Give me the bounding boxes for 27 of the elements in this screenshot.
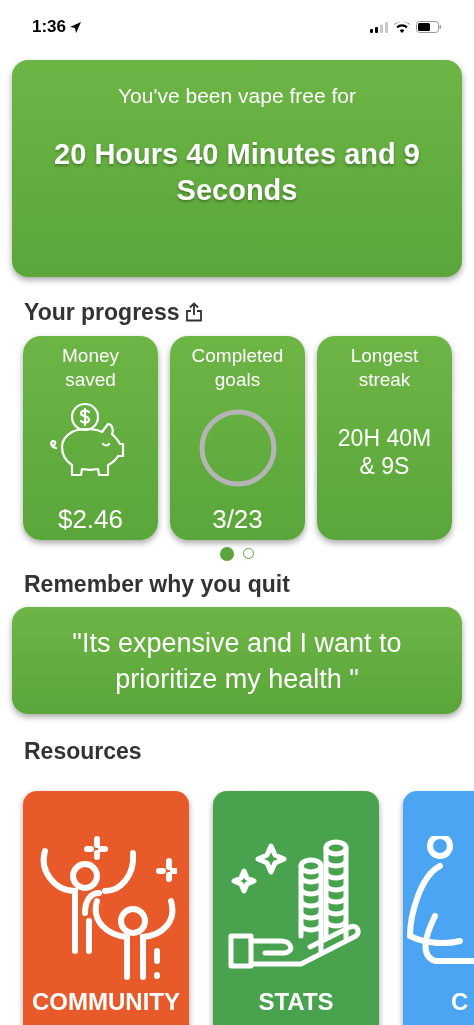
- stat-card[interactable]: Money saved $2.46: [23, 335, 158, 540]
- stat-card[interactable]: Longest streak 20H 40M & 9S: [317, 335, 452, 540]
- signal-icon: [370, 21, 388, 33]
- resource-label: C: [451, 988, 469, 1015]
- card-title: Longest streak: [349, 343, 420, 392]
- wifi-icon: [394, 21, 410, 33]
- resource-card[interactable]: COMMUNITY: [23, 790, 189, 1025]
- card-title: Money saved: [61, 343, 120, 392]
- hero-label: You've been vape free for: [118, 83, 356, 109]
- section-heading: Remember why you quit: [24, 569, 291, 599]
- share-icon[interactable]: [184, 302, 203, 323]
- card-value: $2.46: [57, 503, 124, 534]
- resource-label: COMMUNITY: [32, 988, 180, 1015]
- streak-value: 20H 40M & 9S: [336, 423, 433, 480]
- card-title: Completed goals: [190, 343, 285, 392]
- status-time: 1:36: [32, 16, 67, 39]
- vape-free-duration: 20 Hours 40 Minutes and 9 Seconds: [53, 136, 421, 208]
- resource-card[interactable]: STATS: [213, 790, 379, 1025]
- battery-icon: [416, 21, 442, 33]
- section-heading: Your progress: [24, 298, 180, 327]
- location-arrow-icon: [70, 21, 82, 33]
- resource-card[interactable]: C: [403, 790, 474, 1025]
- card-value: 3/23: [212, 503, 263, 534]
- resource-label: STATS: [258, 988, 334, 1015]
- stat-card[interactable]: Completed goals 3/23: [170, 335, 305, 540]
- section-heading: Resources: [24, 737, 143, 766]
- quit-reason-quote: "Its expensive and I want to prioritize my health ": [71, 626, 403, 696]
